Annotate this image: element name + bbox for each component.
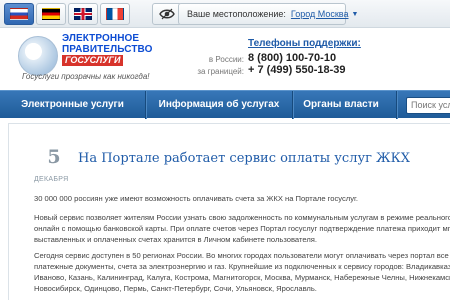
language-ru-button[interactable]	[4, 3, 34, 25]
nav-divider	[396, 91, 397, 119]
article-line: Новый сервис позволяет жителям России уз…	[34, 213, 450, 222]
article-line: выставленных и оплаченных счетах хранитс…	[34, 235, 317, 244]
russia-flag-icon	[10, 8, 28, 20]
logo-emblem[interactable]	[18, 36, 58, 76]
nav-electronic-services[interactable]: Электронные услуги	[0, 91, 145, 119]
article-date-month: ДЕКАБРЯ	[34, 176, 69, 183]
france-flag-icon	[106, 8, 124, 20]
logo-title[interactable]: ЭЛЕКТРОННОЕ ПРАВИТЕЛЬСТВО	[62, 33, 152, 55]
nav-services-info[interactable]: Информация об услугах	[146, 91, 292, 119]
location-city-link[interactable]: Город Москва	[291, 9, 349, 19]
article-lead: 30 000 000 россиян уже имеют возможность…	[34, 194, 358, 203]
nav-authorities[interactable]: Органы власти	[293, 91, 389, 119]
uk-flag-icon	[74, 8, 92, 20]
support-number: + 7 (499) 550-18-39	[248, 64, 346, 76]
article-line: Сегодня сервис доступен в 50 регионах Ро…	[34, 251, 450, 260]
language-en-button[interactable]	[68, 3, 98, 25]
eye-icon	[159, 8, 175, 20]
logo-badge: ГОСУСЛУГИ	[62, 55, 124, 66]
article-title[interactable]: На Портале работает сервис оплаты услуг …	[78, 151, 410, 166]
support-row-abroad: за границей: + 7 (499) 550-18-39	[197, 64, 420, 78]
language-fr-button[interactable]	[100, 3, 130, 25]
logo-line-2: ПРАВИТЕЛЬСТВО	[62, 44, 153, 55]
article-line: Иваново, Казань, Калининград, Калуга, Ко…	[34, 273, 450, 282]
article-line: Новосибирск, Одинцово, Пермь, Санкт-Пете…	[34, 284, 317, 293]
article-date-day: 5	[47, 146, 61, 168]
location-selector[interactable]: Ваше местоположение: Город Москва ▼	[178, 3, 358, 25]
support-label: в России:	[208, 55, 244, 64]
article-paragraph: Новый сервис позволяет жителям России уз…	[34, 212, 450, 245]
language-de-button[interactable]	[36, 3, 66, 25]
location-label: Ваше местоположение:	[187, 9, 286, 19]
search-input[interactable]: Поиск усл	[406, 97, 450, 114]
main-nav: Электронные услуги Информация об услугах…	[0, 90, 450, 119]
article-line: онлайн с помощью банковской карты. При о…	[34, 224, 450, 233]
logo-line-1: ЭЛЕКТРОННОЕ	[62, 33, 140, 44]
article-paragraph: Сегодня сервис доступен в 50 регионах Ро…	[34, 250, 450, 294]
chevron-down-icon: ▼	[351, 10, 359, 18]
germany-flag-icon	[42, 8, 60, 20]
support-number: 8 (800) 100-70-10	[248, 52, 337, 64]
article-line: платежные документы, счета за электроэне…	[34, 262, 450, 271]
support-phones-title[interactable]: Телефоны поддержки:	[248, 38, 361, 49]
tagline: Госуслуги прозрачны как никогда!	[22, 72, 150, 81]
support-label: за границей:	[197, 67, 244, 76]
top-bar: Ваше местоположение: Город Москва ▼	[0, 0, 450, 28]
